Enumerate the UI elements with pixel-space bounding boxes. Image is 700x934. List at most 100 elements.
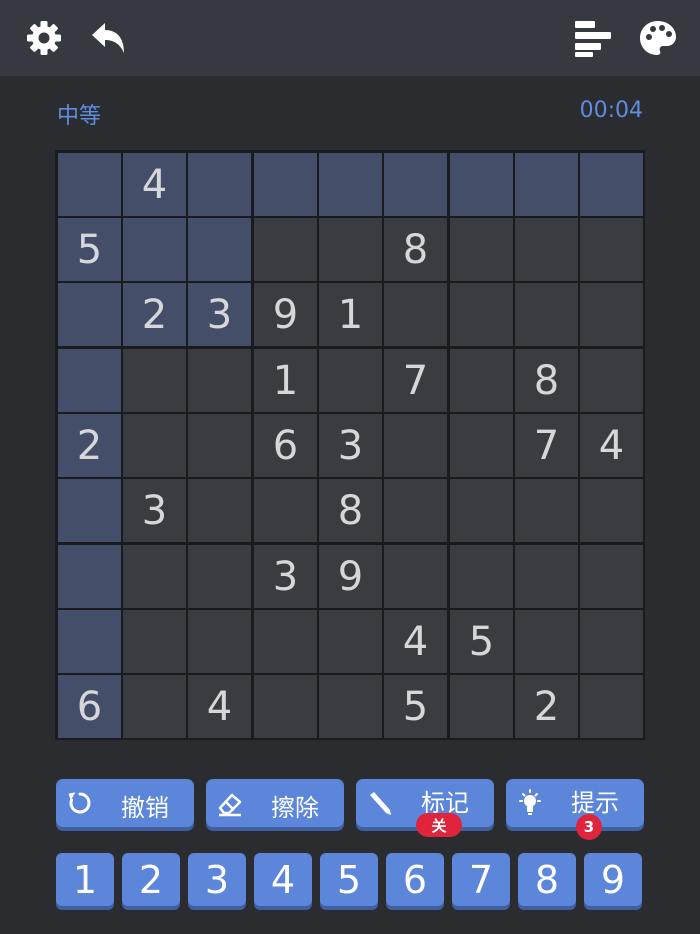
board-cell[interactable] [580,349,643,412]
board-cell[interactable]: 4 [188,675,251,738]
board-cell[interactable] [580,610,643,673]
board-cell[interactable] [450,283,513,346]
board-cell[interactable]: 4 [384,610,447,673]
board-cell[interactable] [384,414,447,477]
board-cell[interactable]: 6 [58,675,121,738]
board-cell[interactable] [450,545,513,608]
board-cell[interactable] [188,610,251,673]
board-cell[interactable]: 3 [254,545,317,608]
board-cell[interactable]: 5 [58,218,121,281]
board-cell[interactable]: 2 [515,675,578,738]
board-cell[interactable] [254,153,317,216]
palette-icon[interactable] [638,18,678,58]
board-cell[interactable] [58,283,121,346]
board-cell[interactable] [123,349,186,412]
erase-button[interactable]: 擦除 [206,779,344,827]
board-cell[interactable] [515,545,578,608]
board-cell[interactable] [319,218,382,281]
board-cell[interactable] [450,349,513,412]
board-cell[interactable]: 3 [188,283,251,346]
board-cell[interactable]: 5 [450,610,513,673]
board-cell[interactable]: 4 [580,414,643,477]
number-key-1[interactable]: 1 [56,853,114,906]
notes-button[interactable]: 标记关 [356,779,494,837]
board-cell[interactable]: 8 [515,349,578,412]
board-cell[interactable] [188,349,251,412]
board-cell[interactable] [450,479,513,542]
board-cell[interactable] [450,675,513,738]
board-cell[interactable] [515,610,578,673]
board-cell[interactable] [319,610,382,673]
undo-arrow-icon[interactable] [88,18,128,58]
board-cell[interactable] [188,414,251,477]
board-cell[interactable] [188,153,251,216]
board-cell[interactable] [254,479,317,542]
board-cell[interactable]: 2 [123,283,186,346]
board-cell[interactable] [254,610,317,673]
undo-button[interactable]: 撤销 [56,779,194,827]
board-cell[interactable] [580,283,643,346]
number-key-3[interactable]: 3 [188,853,246,906]
board-cell[interactable] [450,153,513,216]
board-cell[interactable]: 2 [58,414,121,477]
board-cell[interactable] [384,479,447,542]
board-cell[interactable] [515,153,578,216]
number-key-7[interactable]: 7 [452,853,510,906]
board-cell[interactable] [319,349,382,412]
number-key-6[interactable]: 6 [386,853,444,906]
board-cell[interactable]: 8 [319,479,382,542]
board-cell[interactable] [384,153,447,216]
board-cell[interactable] [580,218,643,281]
board-cell[interactable]: 9 [254,283,317,346]
board-cell[interactable] [188,218,251,281]
board-cell[interactable]: 4 [123,153,186,216]
board-cell[interactable]: 1 [254,349,317,412]
board-cell[interactable] [450,414,513,477]
tool-label: 撤销 [121,794,169,822]
board-cell[interactable]: 5 [384,675,447,738]
board-cell[interactable]: 1 [319,283,382,346]
difficulty-label: 中等 [57,104,102,129]
board-cell[interactable] [580,545,643,608]
board-cell[interactable] [58,153,121,216]
number-key-2[interactable]: 2 [122,853,180,906]
board-cell[interactable] [384,283,447,346]
board-cell[interactable]: 7 [515,414,578,477]
board-cell[interactable] [580,153,643,216]
board-cell[interactable] [384,545,447,608]
board-cell[interactable] [188,479,251,542]
stats-bars-icon[interactable] [573,18,613,58]
board-cell[interactable]: 6 [254,414,317,477]
number-key-5[interactable]: 5 [320,853,378,906]
board-cell[interactable] [123,218,186,281]
board-cell[interactable]: 3 [123,479,186,542]
board-cell[interactable]: 3 [319,414,382,477]
hint-button[interactable]: 提示 3 [506,779,644,840]
board-cell[interactable] [515,218,578,281]
board-cell[interactable] [58,610,121,673]
number-key-9[interactable]: 9 [584,853,642,906]
board-cell[interactable] [319,675,382,738]
board-cell[interactable] [515,283,578,346]
board-cell[interactable] [450,218,513,281]
board-cell[interactable] [58,479,121,542]
gear-icon[interactable] [24,18,64,58]
board-cell[interactable] [580,479,643,542]
number-key-4[interactable]: 4 [254,853,312,906]
board-cell[interactable] [123,675,186,738]
board-cell[interactable] [58,545,121,608]
board-cell[interactable]: 7 [384,349,447,412]
board-cell[interactable] [123,610,186,673]
board-cell[interactable]: 9 [319,545,382,608]
board-cell[interactable] [319,153,382,216]
board-cell[interactable] [188,545,251,608]
board-cell[interactable] [515,479,578,542]
board-cell[interactable] [254,675,317,738]
board-cell[interactable] [58,349,121,412]
board-cell[interactable] [123,545,186,608]
board-cell[interactable] [254,218,317,281]
board-cell[interactable]: 8 [384,218,447,281]
number-key-8[interactable]: 8 [518,853,576,906]
board-cell[interactable] [123,414,186,477]
board-cell[interactable] [580,675,643,738]
